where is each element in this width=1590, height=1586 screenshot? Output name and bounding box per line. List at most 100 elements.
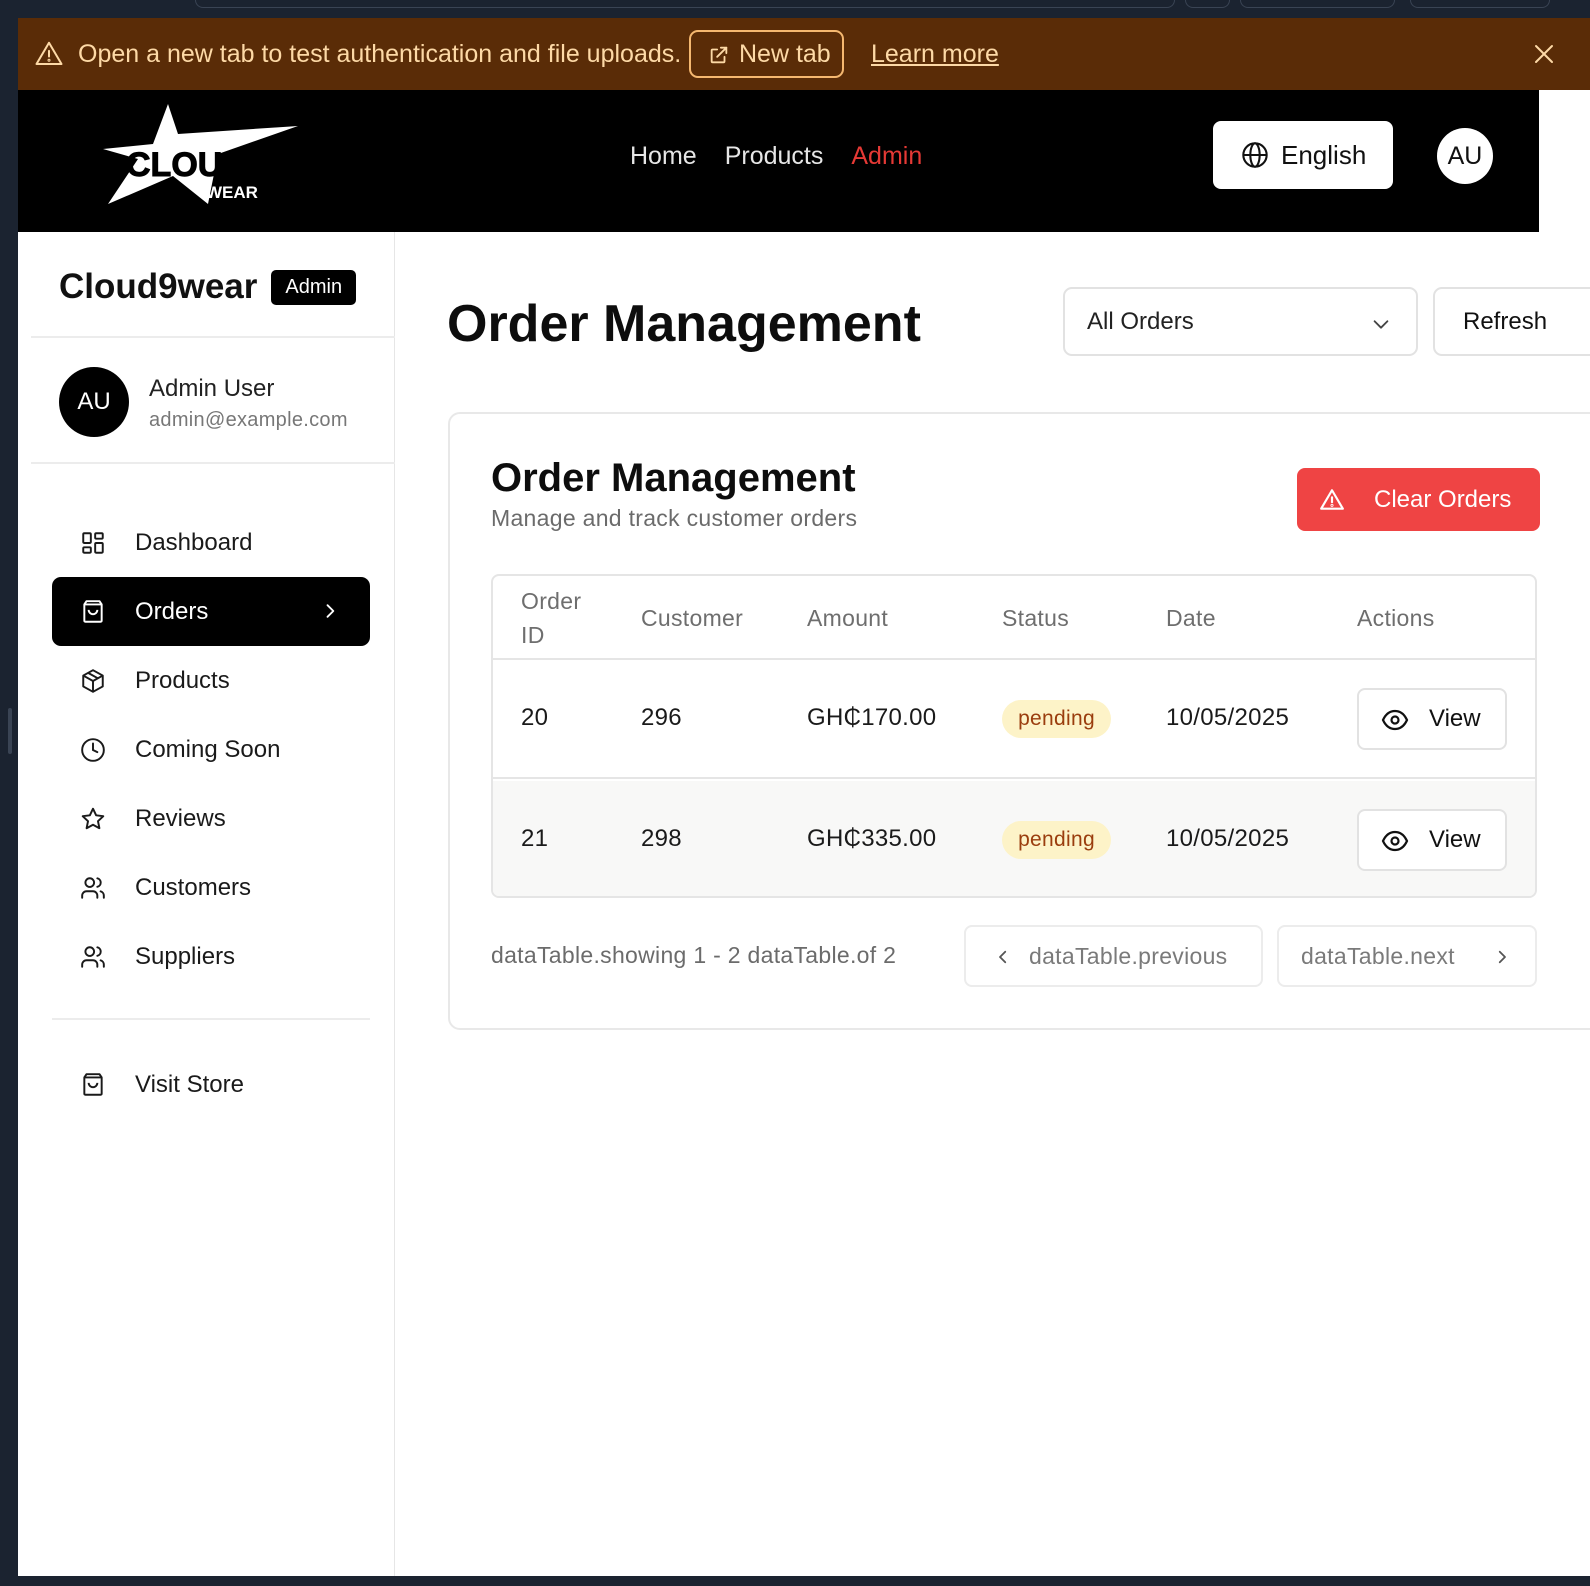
order-filter-select[interactable]: All Orders bbox=[1063, 287, 1418, 356]
warning-icon bbox=[35, 41, 63, 65]
sidebar-item-label: Coming Soon bbox=[135, 735, 281, 763]
app-window: Open a new tab to test authentication an… bbox=[18, 18, 1590, 1576]
status-badge: pending bbox=[1002, 821, 1111, 859]
browser-address-bar[interactable] bbox=[195, 0, 1175, 8]
brand-name: Cloud9wear bbox=[59, 267, 258, 306]
language-button[interactable]: English bbox=[1213, 121, 1393, 189]
top-navigation: CLOUD9. WEAR Home Products Admin English… bbox=[18, 90, 1539, 232]
clear-orders-label: Clear Orders bbox=[1374, 485, 1512, 513]
browser-toolbar-button[interactable] bbox=[1410, 0, 1550, 8]
user-profile: AU Admin User admin@example.com bbox=[59, 367, 379, 437]
nav-link-home[interactable]: Home bbox=[630, 142, 697, 171]
table-row[interactable]: 20 296 GH₵170.00 pending 10/05/2025 View bbox=[493, 660, 1535, 779]
view-label: View bbox=[1429, 705, 1481, 732]
sidebar-footer: Visit Store bbox=[52, 1050, 370, 1119]
users-icon bbox=[81, 946, 105, 968]
sidebar-item-reviews[interactable]: Reviews bbox=[52, 784, 370, 853]
banner-message: Open a new tab to test authentication an… bbox=[78, 40, 682, 68]
user-name: Admin User bbox=[149, 375, 275, 402]
sidebar-item-label: Products bbox=[135, 666, 230, 694]
package-icon bbox=[82, 669, 104, 693]
sidebar-brand: Cloud9wear Admin bbox=[59, 267, 357, 307]
chevron-down-icon bbox=[1373, 320, 1389, 329]
user-email: admin@example.com bbox=[149, 409, 348, 431]
table-row[interactable]: 21 298 GH₵335.00 pending 10/05/2025 View bbox=[493, 781, 1535, 896]
sidebar-item-products[interactable]: Products bbox=[52, 646, 370, 715]
shopping-bag-icon bbox=[83, 1073, 103, 1096]
avatar: AU bbox=[59, 367, 129, 437]
sidebar-item-label: Reviews bbox=[135, 804, 226, 832]
learn-more-link[interactable]: Learn more bbox=[871, 40, 999, 69]
column-header-status[interactable]: Status bbox=[1002, 601, 1069, 635]
orders-table: Order ID Customer Amount Status Date Act… bbox=[491, 574, 1537, 898]
external-link-icon bbox=[710, 46, 728, 64]
resize-handle[interactable] bbox=[8, 708, 12, 754]
admin-badge: Admin bbox=[271, 269, 357, 305]
sidebar-item-orders[interactable]: Orders bbox=[52, 577, 370, 646]
column-header-amount[interactable]: Amount bbox=[807, 601, 888, 635]
cloud9-logo[interactable]: CLOUD9. WEAR bbox=[98, 104, 298, 208]
logo-text: CLOUD9. bbox=[126, 146, 275, 184]
window-left-rail bbox=[0, 18, 18, 1586]
divider bbox=[31, 336, 395, 338]
chevron-left-icon bbox=[999, 950, 1007, 964]
orders-card: Order Management Manage and track custom… bbox=[448, 412, 1590, 1030]
sidebar-item-customers[interactable]: Customers bbox=[52, 853, 370, 922]
language-label: English bbox=[1281, 139, 1367, 170]
globe-icon bbox=[1242, 142, 1268, 168]
cell-order-id: 21 bbox=[521, 825, 549, 852]
column-header-customer[interactable]: Customer bbox=[641, 601, 743, 635]
card-title: Order Management bbox=[491, 456, 856, 500]
nav-link-admin[interactable]: Admin bbox=[851, 142, 922, 171]
nav-link-products[interactable]: Products bbox=[725, 142, 824, 171]
sidebar-item-coming-soon[interactable]: Coming Soon bbox=[52, 715, 370, 784]
sidebar-item-label: Customers bbox=[135, 873, 252, 901]
logo-subtext: WEAR bbox=[206, 183, 258, 202]
cell-amount: GH₵170.00 bbox=[807, 704, 937, 731]
sidebar-item-suppliers[interactable]: Suppliers bbox=[52, 922, 370, 991]
browser-toolbar-button[interactable] bbox=[1240, 0, 1395, 8]
user-avatar-button[interactable]: AU bbox=[1437, 128, 1493, 184]
cell-order-id: 20 bbox=[521, 704, 549, 731]
next-page-button[interactable]: dataTable.next bbox=[1277, 925, 1537, 987]
cell-customer: 298 bbox=[641, 825, 682, 852]
next-label: dataTable.next bbox=[1301, 942, 1455, 969]
filter-value: All Orders bbox=[1087, 307, 1194, 335]
eye-icon bbox=[1381, 830, 1409, 852]
status-badge: pending bbox=[1002, 700, 1111, 738]
main-content: Order Management All Orders Refresh Orde… bbox=[395, 232, 1590, 1576]
cell-amount: GH₵335.00 bbox=[807, 825, 937, 852]
table-header: Order ID Customer Amount Status Date Act… bbox=[493, 576, 1535, 660]
view-order-button[interactable]: View bbox=[1357, 809, 1507, 871]
browser-toolbar-button[interactable] bbox=[1185, 0, 1230, 8]
new-tab-label: New tab bbox=[739, 39, 831, 68]
chevron-right-icon bbox=[326, 604, 335, 618]
sidebar-menu: Dashboard Orders Products Coming Soon Re… bbox=[52, 508, 370, 991]
visit-store-button[interactable]: Visit Store bbox=[52, 1050, 370, 1119]
sidebar-item-dashboard[interactable]: Dashboard bbox=[52, 508, 370, 577]
refresh-button[interactable]: Refresh bbox=[1433, 287, 1590, 356]
close-icon[interactable] bbox=[1532, 42, 1556, 66]
users-icon bbox=[81, 877, 105, 899]
nav-links: Home Products Admin bbox=[630, 142, 922, 171]
new-tab-button[interactable]: New tab bbox=[689, 30, 844, 78]
column-header-order-id[interactable]: Order ID bbox=[521, 584, 581, 652]
card-subtitle: Manage and track customer orders bbox=[491, 505, 858, 531]
column-header-text: Order bbox=[521, 588, 582, 614]
admin-sidebar: Cloud9wear Admin AU Admin User admin@exa… bbox=[18, 232, 395, 1576]
view-label: View bbox=[1429, 826, 1481, 853]
sidebar-item-label: Dashboard bbox=[135, 528, 253, 556]
star-icon bbox=[81, 807, 105, 830]
sidebar-item-label: Suppliers bbox=[135, 942, 236, 970]
clock-icon bbox=[81, 738, 105, 762]
column-header-text: ID bbox=[521, 622, 545, 648]
previous-page-button[interactable]: dataTable.previous bbox=[964, 925, 1263, 987]
warning-banner: Open a new tab to test authentication an… bbox=[18, 18, 1590, 90]
divider bbox=[52, 1018, 370, 1020]
chevron-right-icon bbox=[1498, 950, 1506, 964]
warning-icon bbox=[1320, 489, 1344, 510]
column-header-date[interactable]: Date bbox=[1166, 601, 1216, 635]
view-order-button[interactable]: View bbox=[1357, 688, 1507, 750]
cell-date: 10/05/2025 bbox=[1166, 704, 1290, 731]
clear-orders-button[interactable]: Clear Orders bbox=[1297, 468, 1540, 531]
